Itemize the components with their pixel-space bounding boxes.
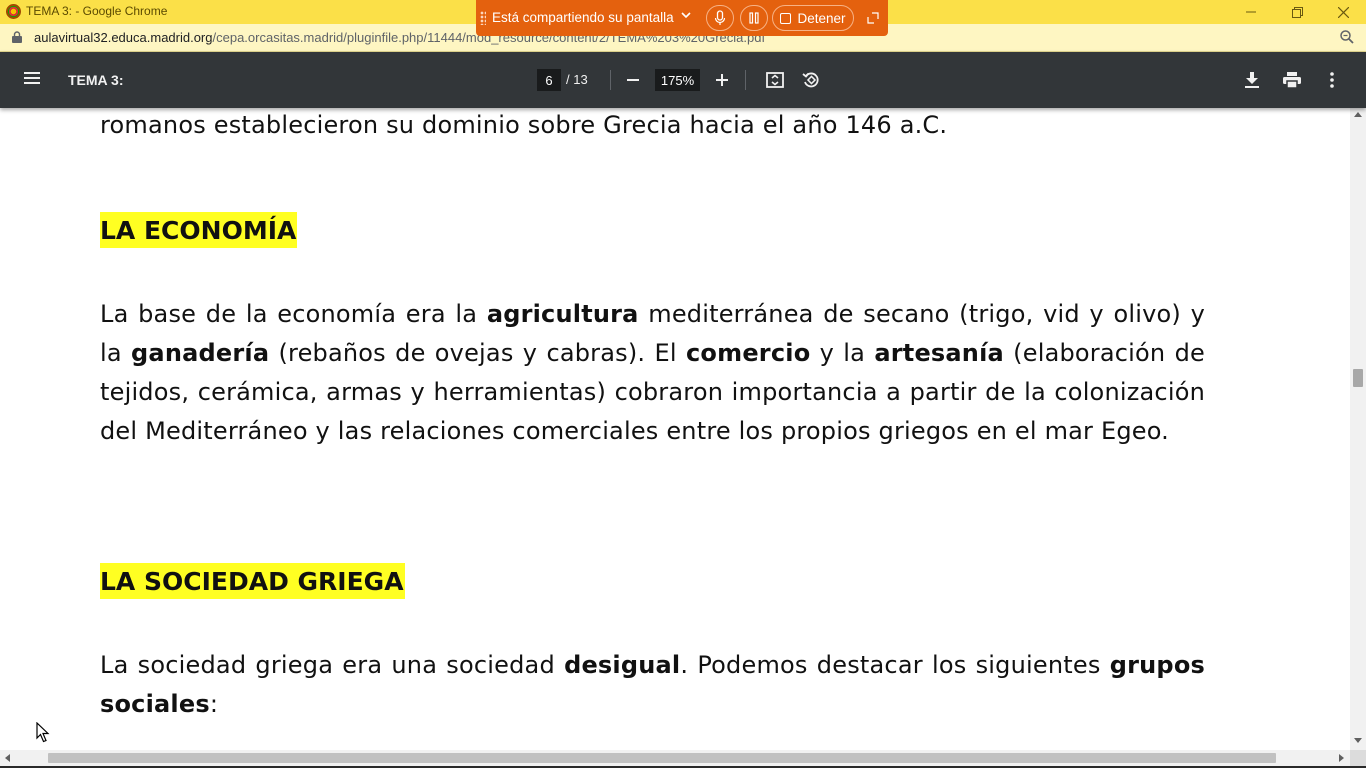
vertical-scrollbar[interactable]	[1350, 108, 1366, 750]
restore-icon[interactable]	[1274, 0, 1320, 24]
rotate-icon	[802, 72, 819, 88]
print-button[interactable]	[1278, 66, 1306, 94]
magnifier-icon[interactable]	[1339, 29, 1355, 45]
stop-label: Detener	[797, 10, 846, 26]
pause-button[interactable]	[740, 5, 768, 31]
scroll-down-arrow-icon[interactable]	[1354, 738, 1362, 743]
bold-term: agricultura	[486, 300, 639, 328]
expand-icon[interactable]	[862, 5, 884, 31]
pdf-page-content: romanos establecieron su dominio sobre G…	[0, 108, 1350, 750]
society-heading: LA SOCIEDAD GRIEGA	[100, 563, 405, 599]
print-icon	[1283, 72, 1301, 88]
rotate-button[interactable]	[797, 66, 825, 94]
text-run: La base de la economía era la	[100, 300, 487, 328]
fit-to-page-button[interactable]	[761, 66, 789, 94]
toolbar-divider	[610, 70, 611, 90]
scrollbar-corner	[1350, 750, 1366, 766]
text-run: :	[209, 690, 219, 718]
page-number-input[interactable]	[537, 69, 561, 91]
minimize-icon[interactable]	[1228, 0, 1274, 24]
hamburger-menu-icon[interactable]	[22, 70, 42, 86]
zoom-out-button[interactable]	[619, 66, 647, 94]
text-run: . Podemos destacar los siguientes	[680, 651, 1110, 679]
zoom-in-button[interactable]	[708, 66, 736, 94]
drag-handle-icon[interactable]	[480, 11, 486, 25]
bold-term: desigual	[564, 651, 681, 679]
scroll-right-arrow-icon[interactable]	[1339, 754, 1344, 762]
close-icon[interactable]	[1320, 0, 1366, 24]
scroll-left-arrow-icon[interactable]	[5, 754, 10, 762]
bold-term: artesanía	[874, 339, 1004, 367]
document-title: TEMA 3:	[68, 72, 124, 88]
bold-term: comercio	[686, 339, 811, 367]
minus-icon	[627, 79, 639, 81]
bold-term: ganadería	[131, 339, 270, 367]
economy-heading-text: LA ECONOMÍA	[100, 212, 298, 248]
text-run: La sociedad griega era una sociedad	[100, 651, 565, 679]
scroll-up-arrow-icon[interactable]	[1354, 112, 1362, 117]
horizontal-scrollbar[interactable]	[0, 750, 1350, 766]
fit-page-icon	[766, 72, 784, 88]
horizontal-scroll-thumb[interactable]	[48, 753, 1276, 763]
more-options-button[interactable]	[1318, 66, 1346, 94]
mouse-cursor-icon	[36, 722, 50, 743]
stop-icon	[780, 12, 792, 24]
text-run: (rebaños de ovejas y cabras). El	[269, 339, 686, 367]
lock-icon	[12, 31, 22, 43]
page-total: / 13	[566, 72, 588, 87]
intro-line: romanos establecieron su dominio sobre G…	[100, 111, 948, 139]
pause-icon	[749, 12, 759, 24]
more-vert-icon	[1330, 72, 1334, 88]
chevron-down-icon[interactable]	[680, 9, 692, 24]
text-run: y la	[810, 339, 875, 367]
chrome-icon	[6, 4, 21, 19]
economy-paragraph: La base de la economía era la agricultur…	[100, 295, 1205, 451]
economy-heading: LA ECONOMÍA	[100, 212, 298, 248]
microphone-icon	[714, 10, 726, 25]
stop-sharing-button[interactable]: Detener	[772, 5, 854, 31]
screen-share-banner: Está compartiendo su pantalla Detener	[476, 0, 888, 36]
download-icon	[1245, 72, 1259, 88]
society-heading-text: LA SOCIEDAD GRIEGA	[100, 563, 405, 599]
toolbar-divider	[745, 70, 746, 90]
url-host: aulavirtual32.educa.madrid.org	[34, 30, 213, 45]
vertical-scroll-thumb[interactable]	[1353, 369, 1363, 387]
download-button[interactable]	[1238, 66, 1266, 94]
window-title: TEMA 3: - Google Chrome	[26, 4, 168, 18]
pdf-toolbar: TEMA 3: / 13	[0, 52, 1366, 108]
plus-icon	[716, 74, 728, 86]
zoom-level-input[interactable]	[655, 69, 700, 91]
share-status-text[interactable]: Está compartiendo su pantalla	[492, 10, 674, 25]
microphone-button[interactable]	[706, 5, 734, 31]
society-paragraph: La sociedad griega era una sociedad desi…	[100, 646, 1205, 724]
